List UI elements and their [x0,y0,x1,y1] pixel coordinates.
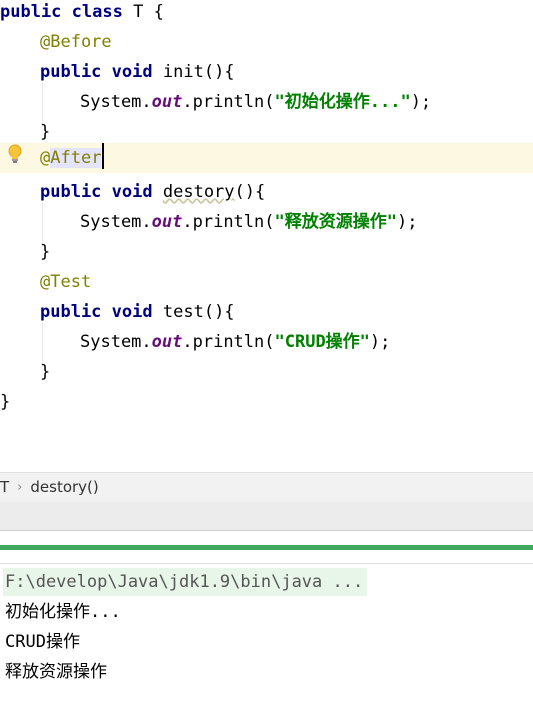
keyword: class [71,2,123,22]
console-output-line: 释放资源操作 [5,662,107,682]
current-code-line[interactable]: @After [0,143,533,173]
method-name: destory [162,182,235,202]
annotation-highlighted: After [50,148,102,168]
code-text: .println( [182,212,275,232]
static-field: out [151,212,183,232]
code-editor[interactable]: public class T { @Before public void ini… [0,0,533,472]
keyword: public [40,182,102,202]
static-field: out [151,332,183,352]
brace: { [153,2,164,22]
chevron-right-icon: › [17,480,23,495]
progress-fill [0,545,533,550]
console-output-line: 初始化操作... [5,602,121,622]
string-literal: "初始化操作..." [274,92,411,112]
code-text: .println( [182,92,275,112]
code-line[interactable]: } [0,240,533,270]
breadcrumb: T › destory() [0,472,533,503]
code-line[interactable]: public void init(){ [0,60,533,90]
code-line[interactable]: @Before [0,30,533,60]
keyword: public [40,302,102,322]
code-text: (){ [203,62,235,82]
code-line[interactable]: public class T { [0,0,533,30]
code-text: System. [80,92,152,112]
brace: } [40,242,51,262]
code-line[interactable]: System.out.println("CRUD操作"); [0,330,533,360]
code-line[interactable]: System.out.println("初始化操作..."); [0,90,533,120]
method-name: test [162,302,204,322]
keyword: void [111,182,153,202]
code-line[interactable]: @Test [0,270,533,300]
code-text: (){ [203,302,235,322]
annotation: @Test [40,272,92,292]
run-panel-toolbar [0,502,533,531]
console-command-line[interactable]: F:\develop\Java\jdk1.9\bin\java ... [3,568,368,596]
brace: } [0,392,11,412]
string-literal: "CRUD操作" [274,332,370,352]
code-text: (){ [234,182,266,202]
annotation: @Before [40,32,112,52]
keyword: void [111,62,153,82]
keyword: public [40,62,102,82]
brace: } [40,122,51,142]
code-text: ); [396,212,418,232]
code-text: .println( [182,332,275,352]
breadcrumb-item-class[interactable]: T [0,478,9,496]
divider [0,563,533,564]
class-name: T [133,2,144,22]
lightbulb-icon[interactable] [7,144,23,166]
string-literal: "释放资源操作" [274,212,397,232]
keyword: public [0,2,62,22]
annotation: @ [40,148,51,168]
code-text: ); [410,92,432,112]
code-line[interactable]: } [0,390,533,420]
brace: } [40,362,51,382]
breadcrumb-item-method[interactable]: destory() [30,478,98,496]
code-text: System. [80,212,152,232]
code-line[interactable]: public void test(){ [0,300,533,330]
static-field: out [151,92,183,112]
code-text: ); [369,332,391,352]
code-line[interactable]: System.out.println("释放资源操作"); [0,210,533,240]
code-line[interactable]: } [0,360,533,390]
code-line[interactable]: public void destory(){ [0,180,533,210]
code-text: System. [80,332,152,352]
run-progress-bar [0,545,533,550]
method-name: init [162,62,204,82]
keyword: void [111,302,153,322]
text-caret [102,143,105,169]
console-output-line: CRUD操作 [5,632,80,652]
